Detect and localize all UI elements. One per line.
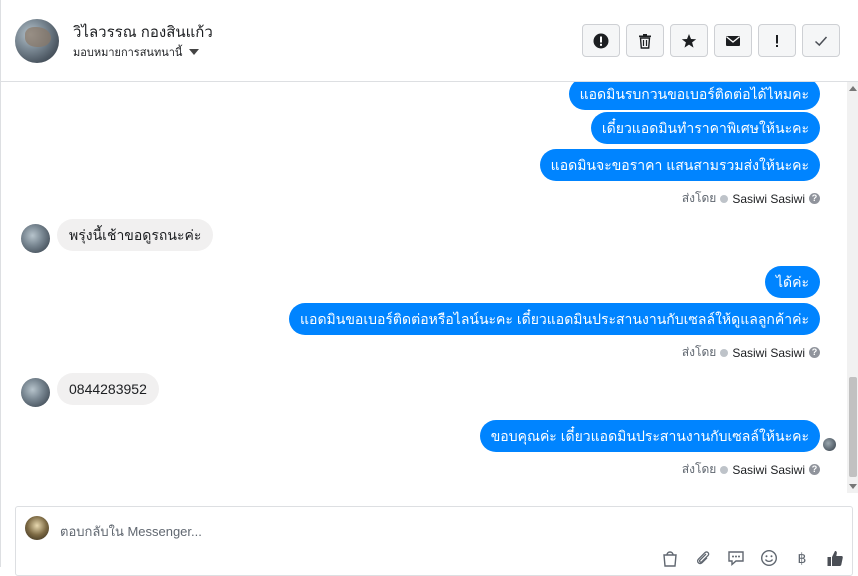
smiley-icon[interactable]	[760, 549, 778, 567]
incoming-message[interactable]: 0844283952	[57, 373, 159, 405]
outgoing-message[interactable]: แอดมินขอเบอร์ติดต่อหรือไลน์นะคะ เดี๋ยวแอ…	[289, 303, 820, 335]
baht-icon[interactable]: ฿	[793, 549, 811, 567]
outgoing-message[interactable]: แอดมินรบกวนขอเบอร์ติดต่อได้ไหมคะ	[568, 82, 820, 110]
alert-circle-icon	[593, 33, 609, 48]
chat-bubble-icon[interactable]	[727, 549, 745, 567]
sender-name[interactable]: Sasiwi Sasiwi	[732, 346, 805, 360]
sent-by-label: ส่งโดย	[681, 345, 717, 359]
outgoing-message[interactable]: เดี๋ยวแอดมินทำราคาพิเศษให้นะคะ	[590, 112, 820, 144]
conversation-header: วิไลวรรณ กองสินแก้ว มอบหมายการสนทนานี้	[1, 0, 858, 82]
assign-conversation-dropdown[interactable]: มอบหมายการสนทนานี้	[73, 43, 200, 61]
sent-by-label: ส่งโดย	[681, 191, 717, 205]
help-icon[interactable]: ?	[809, 347, 820, 358]
page-icon	[720, 465, 729, 474]
check-icon	[814, 35, 828, 46]
help-icon[interactable]: ?	[809, 193, 820, 204]
contact-name[interactable]: วิไลวรรณ กองสินแก้ว	[73, 20, 213, 44]
sender-name[interactable]: Sasiwi Sasiwi	[732, 463, 805, 477]
avatar[interactable]	[21, 378, 50, 407]
exclamation-icon	[776, 34, 778, 47]
message-thread[interactable]: แอดมินรบกวนขอเบอร์ติดต่อได้ไหมคะ เดี๋ยวแ…	[1, 82, 847, 493]
delete-button[interactable]	[626, 24, 664, 57]
incoming-message[interactable]: พรุ่งนี้เช้าขอดูรถนะค่ะ	[57, 219, 214, 251]
help-icon[interactable]: ?	[809, 464, 820, 475]
conversation-toolbar	[582, 24, 840, 57]
trash-icon	[639, 33, 651, 49]
page-icon	[720, 194, 729, 203]
svg-text:฿: ฿	[798, 551, 807, 567]
assign-label: มอบหมายการสนทนานี้	[73, 47, 183, 59]
outgoing-message[interactable]: ได้ค่ะ	[764, 266, 820, 298]
sender-name[interactable]: Sasiwi Sasiwi	[732, 192, 805, 206]
scroll-up-arrow-icon[interactable]	[849, 86, 857, 91]
sent-by-label: ส่งโดย	[681, 462, 717, 476]
sent-by-info: ส่งโดย Sasiwi Sasiwi ?	[682, 189, 820, 208]
seen-avatar	[823, 438, 836, 451]
outgoing-message[interactable]: แอดมินจะขอราคา แสนสามรวมส่งให้นะคะ	[539, 149, 820, 181]
reply-composer: ตอบกลับใน Messenger... ฿	[15, 506, 853, 576]
avatar[interactable]	[21, 224, 50, 253]
sent-by-info: ส่งโดย Sasiwi Sasiwi ?	[682, 460, 820, 479]
thread-scrollbar[interactable]	[847, 82, 858, 493]
mark-unread-button[interactable]	[714, 24, 752, 57]
star-icon	[681, 33, 697, 48]
thumbs-up-icon[interactable]	[826, 549, 844, 567]
inbox-conversation-panel: วิไลวรรณ กองสินแก้ว มอบหมายการสนทนานี้ แ…	[0, 0, 858, 576]
reply-input[interactable]: ตอบกลับใน Messenger...	[60, 521, 202, 542]
sent-by-info: ส่งโดย Sasiwi Sasiwi ?	[682, 343, 820, 362]
report-button[interactable]	[582, 24, 620, 57]
caret-down-icon	[189, 49, 200, 55]
scroll-down-arrow-icon[interactable]	[849, 484, 857, 489]
page-icon	[720, 348, 729, 357]
spam-button[interactable]	[758, 24, 796, 57]
shopping-bag-icon[interactable]	[661, 549, 679, 567]
avatar[interactable]	[15, 19, 59, 63]
page-avatar	[25, 516, 49, 540]
envelope-icon	[726, 35, 740, 46]
mark-done-button[interactable]	[802, 24, 840, 57]
scrollbar-thumb[interactable]	[849, 377, 857, 477]
composer-actions: ฿	[661, 549, 844, 567]
star-button[interactable]	[670, 24, 708, 57]
paperclip-icon[interactable]	[694, 549, 712, 567]
outgoing-message[interactable]: ขอบคุณค่ะ เดี๋ยวแอดมินประสานงานกับเซลล์ใ…	[479, 420, 820, 452]
